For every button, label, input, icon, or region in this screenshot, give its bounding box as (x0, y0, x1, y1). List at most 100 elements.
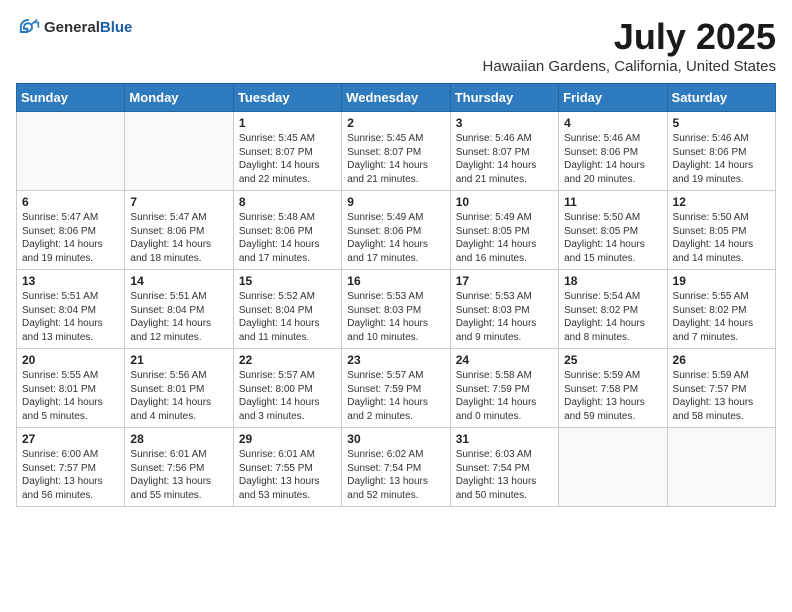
day-number: 2 (347, 116, 444, 130)
day-info: Sunrise: 5:50 AM Sunset: 8:05 PM Dayligh… (673, 211, 770, 265)
calendar-day-cell: 14 Sunrise: 5:51 AM Sunset: 8:04 PM Dayli… (125, 270, 233, 349)
calendar-week-row: 27Sunrise: 6:00 AM Sunset: 7:57 PM Dayli… (17, 428, 776, 507)
day-info: Sunrise: 5:51 AM Sunset: 8:04 PM Dayligh… (130, 290, 227, 344)
calendar-day-cell: 18Sunrise: 5:54 AM Sunset: 8:02 PM Dayli… (559, 270, 667, 349)
day-info: Sunrise: 5:46 AM Sunset: 8:07 PM Dayligh… (456, 132, 553, 186)
day-number: 20 (22, 353, 119, 367)
day-info: Sunrise: 5:58 AM Sunset: 7:59 PM Dayligh… (456, 369, 553, 423)
calendar-day-cell: 28Sunrise: 6:01 AM Sunset: 7:56 PM Dayli… (125, 428, 233, 507)
title-block: July 2025 Hawaiian Gardens, California, … (483, 16, 776, 75)
calendar-day-cell: 11 Sunrise: 5:50 AM Sunset: 8:05 PM Dayli… (559, 191, 667, 270)
day-number: 8 (239, 195, 336, 209)
day-number: 21 (130, 353, 227, 367)
location-text: Hawaiian Gardens, California, United Sta… (483, 58, 776, 75)
logo-general: General (44, 19, 100, 36)
day-number: 22 (239, 353, 336, 367)
calendar-header-row: SundayMondayTuesdayWednesdayThursdayFrid… (17, 84, 776, 112)
day-info: Sunrise: 5:55 AM Sunset: 8:02 PM Dayligh… (673, 290, 770, 344)
day-number: 28 (130, 432, 227, 446)
calendar-day-cell (125, 112, 233, 191)
day-info: Sunrise: 5:56 AM Sunset: 8:01 PM Dayligh… (130, 369, 227, 423)
day-number: 4 (564, 116, 661, 130)
calendar-day-cell: 13Sunrise: 5:51 AM Sunset: 8:04 PM Dayli… (17, 270, 125, 349)
calendar-day-cell: 5 Sunrise: 5:46 AM Sunset: 8:06 PM Daylig… (667, 112, 775, 191)
weekday-header-monday: Monday (125, 84, 233, 112)
day-info: Sunrise: 5:53 AM Sunset: 8:03 PM Dayligh… (456, 290, 553, 344)
calendar-day-cell: 10 Sunrise: 5:49 AM Sunset: 8:05 PM Dayli… (450, 191, 558, 270)
logo-blue: Blue (100, 19, 133, 36)
day-number: 15 (239, 274, 336, 288)
weekday-header-wednesday: Wednesday (342, 84, 450, 112)
day-number: 6 (22, 195, 119, 209)
day-number: 23 (347, 353, 444, 367)
day-info: Sunrise: 5:53 AM Sunset: 8:03 PM Dayligh… (347, 290, 444, 344)
day-number: 26 (673, 353, 770, 367)
day-info: Sunrise: 5:49 AM Sunset: 8:05 PM Dayligh… (456, 211, 553, 265)
weekday-header-sunday: Sunday (17, 84, 125, 112)
day-number: 14 (130, 274, 227, 288)
day-info: Sunrise: 5:51 AM Sunset: 8:04 PM Dayligh… (22, 290, 119, 344)
calendar-day-cell: 19Sunrise: 5:55 AM Sunset: 8:02 PM Dayli… (667, 270, 775, 349)
calendar-day-cell: 29 Sunrise: 6:01 AM Sunset: 7:55 PM Dayli… (233, 428, 341, 507)
day-number: 5 (673, 116, 770, 130)
calendar-day-cell: 12 Sunrise: 5:50 AM Sunset: 8:05 PM Dayli… (667, 191, 775, 270)
day-info: Sunrise: 6:00 AM Sunset: 7:57 PM Dayligh… (22, 448, 119, 502)
day-number: 30 (347, 432, 444, 446)
calendar-day-cell: 4 Sunrise: 5:46 AM Sunset: 8:06 PM Daylig… (559, 112, 667, 191)
weekday-header-thursday: Thursday (450, 84, 558, 112)
day-info: Sunrise: 5:49 AM Sunset: 8:06 PM Dayligh… (347, 211, 444, 265)
day-info: Sunrise: 6:03 AM Sunset: 7:54 PM Dayligh… (456, 448, 553, 502)
day-info: Sunrise: 5:48 AM Sunset: 8:06 PM Dayligh… (239, 211, 336, 265)
day-number: 12 (673, 195, 770, 209)
calendar-day-cell: 31Sunrise: 6:03 AM Sunset: 7:54 PM Dayli… (450, 428, 558, 507)
month-year-title: July 2025 (483, 16, 776, 58)
calendar-day-cell: 7Sunrise: 5:47 AM Sunset: 8:06 PM Daylig… (125, 191, 233, 270)
calendar-day-cell: 1Sunrise: 5:45 AM Sunset: 8:07 PM Daylig… (233, 112, 341, 191)
logo-icon (16, 16, 40, 40)
day-info: Sunrise: 5:59 AM Sunset: 7:57 PM Dayligh… (673, 369, 770, 423)
calendar-week-row: 6 Sunrise: 5:47 AM Sunset: 8:06 PM Daylig… (17, 191, 776, 270)
day-info: Sunrise: 5:47 AM Sunset: 8:06 PM Dayligh… (22, 211, 119, 265)
day-number: 24 (456, 353, 553, 367)
day-info: Sunrise: 5:57 AM Sunset: 7:59 PM Dayligh… (347, 369, 444, 423)
day-info: Sunrise: 5:46 AM Sunset: 8:06 PM Dayligh… (673, 132, 770, 186)
day-number: 1 (239, 116, 336, 130)
calendar-day-cell: 16 Sunrise: 5:53 AM Sunset: 8:03 PM Dayli… (342, 270, 450, 349)
day-number: 10 (456, 195, 553, 209)
calendar-day-cell: 20 Sunrise: 5:55 AM Sunset: 8:01 PM Dayli… (17, 349, 125, 428)
day-info: Sunrise: 5:50 AM Sunset: 8:05 PM Dayligh… (564, 211, 661, 265)
day-info: Sunrise: 5:54 AM Sunset: 8:02 PM Dayligh… (564, 290, 661, 344)
logo-text-block: GeneralBlue (44, 19, 132, 37)
day-number: 3 (456, 116, 553, 130)
day-info: Sunrise: 5:59 AM Sunset: 7:58 PM Dayligh… (564, 369, 661, 423)
day-info: Sunrise: 5:47 AM Sunset: 8:06 PM Dayligh… (130, 211, 227, 265)
calendar-day-cell: 26 Sunrise: 5:59 AM Sunset: 7:57 PM Dayli… (667, 349, 775, 428)
day-number: 11 (564, 195, 661, 209)
calendar-day-cell: 27Sunrise: 6:00 AM Sunset: 7:57 PM Dayli… (17, 428, 125, 507)
calendar-day-cell: 22Sunrise: 5:57 AM Sunset: 8:00 PM Dayli… (233, 349, 341, 428)
calendar-day-cell: 2Sunrise: 5:45 AM Sunset: 8:07 PM Daylig… (342, 112, 450, 191)
calendar-day-cell: 9Sunrise: 5:49 AM Sunset: 8:06 PM Daylig… (342, 191, 450, 270)
weekday-header-friday: Friday (559, 84, 667, 112)
calendar-table: SundayMondayTuesdayWednesdayThursdayFrid… (16, 83, 776, 507)
calendar-day-cell: 30Sunrise: 6:02 AM Sunset: 7:54 PM Dayli… (342, 428, 450, 507)
day-info: Sunrise: 5:46 AM Sunset: 8:06 PM Dayligh… (564, 132, 661, 186)
calendar-week-row: 20 Sunrise: 5:55 AM Sunset: 8:01 PM Dayli… (17, 349, 776, 428)
calendar-day-cell: 3 Sunrise: 5:46 AM Sunset: 8:07 PM Daylig… (450, 112, 558, 191)
page-header: GeneralBlue July 2025 Hawaiian Gardens, … (16, 16, 776, 75)
calendar-day-cell: 24 Sunrise: 5:58 AM Sunset: 7:59 PM Dayli… (450, 349, 558, 428)
day-info: Sunrise: 6:01 AM Sunset: 7:55 PM Dayligh… (239, 448, 336, 502)
day-number: 16 (347, 274, 444, 288)
calendar-day-cell: 15 Sunrise: 5:52 AM Sunset: 8:04 PM Dayli… (233, 270, 341, 349)
calendar-day-cell: 8 Sunrise: 5:48 AM Sunset: 8:06 PM Daylig… (233, 191, 341, 270)
day-info: Sunrise: 5:52 AM Sunset: 8:04 PM Dayligh… (239, 290, 336, 344)
calendar-week-row: 1Sunrise: 5:45 AM Sunset: 8:07 PM Daylig… (17, 112, 776, 191)
day-info: Sunrise: 5:55 AM Sunset: 8:01 PM Dayligh… (22, 369, 119, 423)
day-number: 29 (239, 432, 336, 446)
logo: GeneralBlue (16, 16, 132, 40)
calendar-day-cell: 17Sunrise: 5:53 AM Sunset: 8:03 PM Dayli… (450, 270, 558, 349)
calendar-day-cell: 6 Sunrise: 5:47 AM Sunset: 8:06 PM Daylig… (17, 191, 125, 270)
weekday-header-tuesday: Tuesday (233, 84, 341, 112)
calendar-day-cell (17, 112, 125, 191)
weekday-header-saturday: Saturday (667, 84, 775, 112)
